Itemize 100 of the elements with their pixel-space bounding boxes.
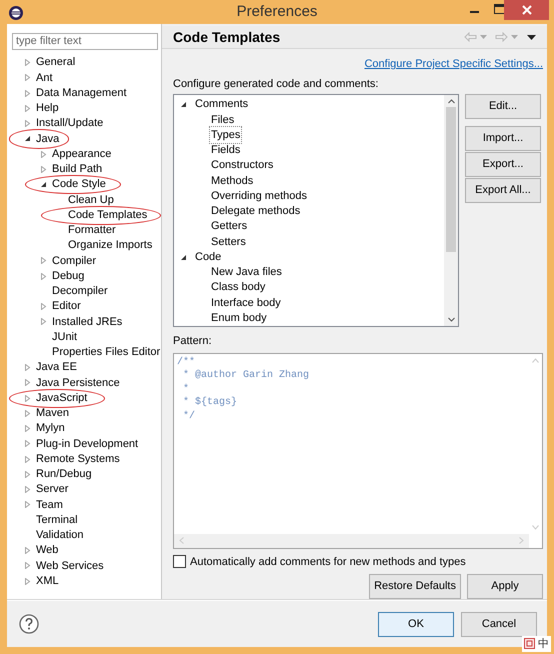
- tree-item[interactable]: Web Services: [35, 558, 105, 574]
- expand-icon[interactable]: [24, 547, 30, 554]
- tree-item[interactable]: Formatter: [67, 222, 117, 239]
- expand-icon[interactable]: [40, 318, 46, 326]
- template-item[interactable]: Constructors: [210, 157, 274, 174]
- tree-item[interactable]: Java: [35, 130, 60, 148]
- help-icon[interactable]: [19, 614, 39, 634]
- expand-icon[interactable]: [24, 74, 30, 82]
- tree-item[interactable]: Team: [35, 496, 64, 514]
- scrollbar[interactable]: [444, 95, 458, 326]
- tree-item[interactable]: Organize Imports: [67, 237, 154, 254]
- expand-icon[interactable]: [24, 425, 30, 432]
- restore-defaults-button[interactable]: Restore Defaults: [369, 574, 461, 599]
- view-menu-icon[interactable]: [527, 34, 536, 40]
- template-item[interactable]: Setters: [210, 234, 247, 250]
- tree-item[interactable]: Terminal: [35, 512, 79, 528]
- scroll-right-icon[interactable]: [519, 537, 524, 544]
- tree-item[interactable]: Clean Up: [67, 192, 115, 208]
- expand-icon[interactable]: [24, 90, 30, 97]
- template-group[interactable]: Comments: [195, 96, 248, 113]
- template-item[interactable]: Delegate methods: [210, 203, 302, 220]
- tree-item[interactable]: Run/Debug: [35, 466, 93, 483]
- tree-item[interactable]: Remote Systems: [35, 450, 121, 468]
- expand-icon[interactable]: [24, 470, 30, 478]
- template-item[interactable]: Fields: [210, 142, 242, 159]
- expand-icon[interactable]: [24, 410, 30, 417]
- tree-item[interactable]: JUnit: [51, 328, 78, 346]
- template-item[interactable]: Files: [210, 112, 236, 128]
- expand-icon[interactable]: [24, 578, 30, 585]
- tree-item[interactable]: Data Management: [35, 84, 128, 102]
- expand-icon[interactable]: [24, 562, 30, 570]
- side-button[interactable]: Import...: [465, 126, 541, 152]
- expand-icon[interactable]: [40, 150, 46, 158]
- tree-item[interactable]: Java Persistence: [35, 374, 121, 392]
- expand-icon[interactable]: [24, 379, 30, 386]
- tree-item[interactable]: Ant: [35, 70, 54, 86]
- expand-icon[interactable]: [40, 257, 46, 264]
- template-item[interactable]: Enum body: [210, 310, 268, 326]
- scrollbar-thumb[interactable]: [446, 107, 456, 252]
- tree-item[interactable]: Editor: [51, 298, 82, 315]
- collapse-icon[interactable]: [180, 254, 187, 261]
- tree-item[interactable]: XML: [35, 572, 60, 590]
- expand-icon[interactable]: [40, 166, 46, 173]
- side-button[interactable]: Edit...: [465, 94, 541, 120]
- expand-icon[interactable]: [24, 364, 30, 372]
- expand-icon[interactable]: [40, 272, 46, 280]
- forward-arrow-icon[interactable]: [495, 32, 508, 42]
- tree-item[interactable]: Web: [35, 542, 60, 559]
- template-item[interactable]: Types: [210, 126, 242, 144]
- expand-icon[interactable]: [24, 486, 30, 494]
- side-button[interactable]: Export All...: [465, 178, 541, 204]
- close-button[interactable]: [504, 0, 549, 20]
- template-item[interactable]: Getters: [210, 218, 248, 235]
- tree-item[interactable]: Compiler: [51, 252, 98, 270]
- tree-item[interactable]: Mylyn: [35, 420, 66, 437]
- input-method-icon[interactable]: [524, 638, 535, 650]
- template-item[interactable]: Methods: [210, 172, 254, 190]
- filter-field[interactable]: type filter text: [12, 32, 158, 50]
- tree-item[interactable]: Properties Files Editor: [51, 344, 162, 361]
- template-group[interactable]: Code: [195, 248, 222, 266]
- tree-item[interactable]: Help: [35, 100, 60, 117]
- tree-item[interactable]: General: [35, 54, 76, 71]
- expand-icon[interactable]: [24, 501, 30, 508]
- tree-item[interactable]: Maven: [35, 405, 70, 422]
- expand-icon[interactable]: [24, 59, 30, 66]
- tree-item[interactable]: Java EE: [35, 359, 78, 376]
- tree-item[interactable]: Code Style: [51, 176, 107, 193]
- side-button[interactable]: Export...: [465, 152, 541, 178]
- caret-icon[interactable]: [480, 35, 487, 40]
- template-item[interactable]: Interface body: [210, 294, 282, 312]
- tree-item[interactable]: Installed JREs: [51, 314, 124, 330]
- collapse-icon[interactable]: [24, 135, 30, 142]
- template-item[interactable]: Overriding methods: [210, 188, 308, 204]
- tree-item[interactable]: Install/Update: [35, 115, 104, 132]
- tree-item[interactable]: Build Path: [51, 161, 104, 178]
- expand-icon[interactable]: [24, 440, 30, 448]
- tree-item[interactable]: Code Templates: [67, 206, 148, 224]
- tree-item[interactable]: JavaScript: [35, 390, 88, 406]
- expand-icon[interactable]: [24, 394, 30, 402]
- tree-item[interactable]: Validation: [35, 527, 84, 544]
- collapse-icon[interactable]: [40, 181, 46, 188]
- expand-icon[interactable]: [24, 104, 30, 112]
- expand-icon[interactable]: [40, 303, 46, 310]
- ok-button[interactable]: OK: [378, 612, 454, 636]
- checkbox[interactable]: [173, 555, 186, 568]
- collapse-icon[interactable]: [180, 101, 187, 108]
- template-item[interactable]: New Java files: [210, 264, 283, 281]
- cancel-button[interactable]: Cancel: [461, 612, 537, 636]
- back-arrow-icon[interactable]: [464, 32, 477, 42]
- project-settings-link[interactable]: Configure Project Specific Settings...: [364, 56, 543, 73]
- tree-item[interactable]: Server: [35, 481, 70, 498]
- tree-item[interactable]: Debug: [51, 268, 86, 284]
- tree-item[interactable]: Appearance: [51, 146, 112, 162]
- tree-item[interactable]: Plug-in Development: [35, 436, 140, 452]
- apply-button[interactable]: Apply: [467, 574, 543, 599]
- scroll-left-icon[interactable]: [179, 537, 184, 544]
- expand-icon[interactable]: [24, 120, 30, 128]
- tree-item[interactable]: Decompiler: [51, 283, 109, 300]
- caret-icon[interactable]: [511, 35, 518, 40]
- template-item[interactable]: Class body: [210, 279, 266, 296]
